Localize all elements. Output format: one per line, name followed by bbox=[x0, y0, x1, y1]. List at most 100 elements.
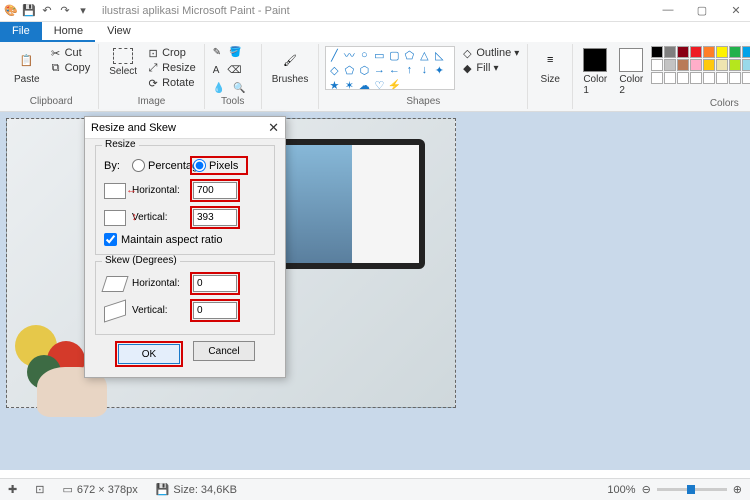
zoom-slider[interactable] bbox=[657, 488, 727, 491]
shape-outline-button[interactable]: ◇Outline ▾ bbox=[459, 46, 521, 60]
color-swatch[interactable] bbox=[664, 72, 676, 84]
shape-fill-button[interactable]: ◆Fill ▾ bbox=[459, 61, 521, 75]
brushes-button[interactable]: 🖌 Brushes bbox=[268, 46, 313, 87]
cut-button[interactable]: ✂Cut bbox=[48, 46, 93, 60]
radio-percentage[interactable]: Percentage bbox=[132, 159, 184, 172]
picker-tool[interactable]: 💧 bbox=[211, 82, 227, 95]
color-swatch[interactable] bbox=[742, 46, 750, 58]
resize-horizontal-input[interactable] bbox=[193, 182, 237, 199]
color-swatch[interactable] bbox=[703, 46, 715, 58]
shape-poly[interactable]: ⬠ bbox=[403, 49, 415, 61]
shape-diamond[interactable]: ◇ bbox=[328, 64, 340, 76]
shape-hex[interactable]: ⬡ bbox=[358, 64, 370, 76]
vertical-icon bbox=[104, 210, 126, 226]
skew-horizontal-input[interactable] bbox=[193, 275, 237, 292]
radio-pixels[interactable]: Pixels bbox=[193, 159, 245, 172]
color-swatch[interactable] bbox=[716, 72, 728, 84]
copy-button[interactable]: ⧉Copy bbox=[48, 61, 93, 75]
qat-dropdown-icon[interactable]: ▾ bbox=[76, 4, 90, 18]
resize-vertical-input[interactable] bbox=[193, 209, 237, 226]
color-swatch[interactable] bbox=[716, 46, 728, 58]
color-swatch[interactable] bbox=[703, 72, 715, 84]
color-swatch[interactable] bbox=[703, 59, 715, 71]
shape-tri[interactable]: △ bbox=[418, 49, 430, 61]
shape-arrowd[interactable]: ↓ bbox=[418, 64, 430, 76]
group-tools: ✎ 🪣 A ⌫ 💧 🔍 Tools bbox=[205, 44, 262, 109]
shape-curve[interactable]: 〰 bbox=[343, 49, 355, 61]
shape-rtri[interactable]: ◺ bbox=[433, 49, 445, 61]
color-swatch[interactable] bbox=[742, 59, 750, 71]
shape-rect[interactable]: ▭ bbox=[373, 49, 385, 61]
select-icon bbox=[113, 48, 133, 64]
shape-arrowr[interactable]: → bbox=[373, 64, 385, 76]
close-button[interactable]: ✕ bbox=[726, 4, 746, 17]
undo-icon[interactable]: ↶ bbox=[40, 4, 54, 18]
resize-icon: ⤢ bbox=[147, 62, 159, 74]
color-swatch[interactable] bbox=[690, 59, 702, 71]
color-swatch[interactable] bbox=[651, 59, 663, 71]
size-button[interactable]: ≡ Size bbox=[534, 46, 566, 87]
shapes-gallery[interactable]: ╱〰○▭▢⬠△◺ ◇⬠⬡→←↑↓✦ ★✶☁♡⚡ bbox=[325, 46, 455, 90]
color-swatch[interactable] bbox=[742, 72, 750, 84]
dialog-titlebar[interactable]: Resize and Skew ✕ bbox=[85, 117, 285, 139]
quick-access-toolbar: 🎨 💾 ↶ ↷ ▾ bbox=[4, 4, 90, 18]
color-swatch[interactable] bbox=[729, 72, 741, 84]
color-swatch[interactable] bbox=[664, 46, 676, 58]
color-swatch[interactable] bbox=[729, 59, 741, 71]
shape-arrowl[interactable]: ← bbox=[388, 64, 400, 76]
cancel-button[interactable]: Cancel bbox=[193, 341, 255, 361]
shape-line[interactable]: ╱ bbox=[328, 49, 340, 61]
select-button[interactable]: Select bbox=[105, 46, 141, 79]
color-swatch[interactable] bbox=[716, 59, 728, 71]
dialog-title: Resize and Skew bbox=[91, 122, 176, 134]
shape-star6[interactable]: ✶ bbox=[343, 79, 355, 90]
color2-button[interactable]: Color 2 bbox=[615, 46, 647, 98]
shape-arrowu[interactable]: ↑ bbox=[403, 64, 415, 76]
cursor-pos: ✚ bbox=[8, 483, 17, 496]
color-swatch[interactable] bbox=[651, 46, 663, 58]
tab-view[interactable]: View bbox=[95, 22, 143, 42]
color-swatch[interactable] bbox=[677, 72, 689, 84]
tab-home[interactable]: Home bbox=[42, 22, 95, 42]
aspect-ratio-checkbox[interactable]: Maintain aspect ratio bbox=[104, 233, 266, 246]
color-swatch[interactable] bbox=[690, 46, 702, 58]
zoom-tool[interactable]: 🔍 bbox=[231, 82, 247, 95]
crop-button[interactable]: ⊡Crop bbox=[145, 46, 198, 60]
shape-pent[interactable]: ⬠ bbox=[343, 64, 355, 76]
shape-star4[interactable]: ✦ bbox=[433, 64, 445, 76]
file-size: 💾 Size: 34,6KB bbox=[156, 483, 237, 496]
resize-fieldset: Resize By: Percentage Pixels Horizontal:… bbox=[95, 145, 275, 255]
eraser-tool[interactable]: ⌫ bbox=[225, 64, 243, 77]
minimize-button[interactable]: — bbox=[658, 4, 678, 17]
color-swatch[interactable] bbox=[664, 59, 676, 71]
shape-bolt[interactable]: ⚡ bbox=[388, 79, 400, 90]
dialog-close-button[interactable]: ✕ bbox=[268, 120, 279, 136]
color-swatch[interactable] bbox=[690, 72, 702, 84]
redo-icon[interactable]: ↷ bbox=[58, 4, 72, 18]
rotate-button[interactable]: ⟳Rotate bbox=[145, 76, 198, 90]
shape-star5[interactable]: ★ bbox=[328, 79, 340, 90]
color-swatch[interactable] bbox=[677, 46, 689, 58]
ok-button[interactable]: OK bbox=[118, 344, 180, 364]
fill-tool[interactable]: 🪣 bbox=[227, 46, 243, 59]
save-icon[interactable]: 💾 bbox=[22, 4, 36, 18]
pencil-tool[interactable]: ✎ bbox=[211, 46, 223, 59]
skew-vertical-input[interactable] bbox=[193, 302, 237, 319]
zoom-in-button[interactable]: ⊕ bbox=[733, 483, 742, 496]
color-swatch[interactable] bbox=[677, 59, 689, 71]
color-swatch[interactable] bbox=[651, 72, 663, 84]
zoom-out-button[interactable]: ⊖ bbox=[642, 483, 651, 496]
group-clipboard: 📋 Paste ✂Cut ⧉Copy Clipboard bbox=[4, 44, 99, 109]
horizontal-icon bbox=[104, 183, 126, 199]
shape-roundrect[interactable]: ▢ bbox=[388, 49, 400, 61]
color-swatch[interactable] bbox=[729, 46, 741, 58]
shape-callout[interactable]: ☁ bbox=[358, 79, 370, 90]
text-tool[interactable]: A bbox=[211, 64, 222, 77]
tab-file[interactable]: File bbox=[0, 22, 42, 42]
color1-button[interactable]: Color 1 bbox=[579, 46, 611, 98]
resize-button[interactable]: ⤢Resize bbox=[145, 61, 198, 75]
paste-button[interactable]: 📋 Paste bbox=[10, 46, 44, 87]
shape-heart[interactable]: ♡ bbox=[373, 79, 385, 90]
shape-oval[interactable]: ○ bbox=[358, 49, 370, 61]
maximize-button[interactable]: ▢ bbox=[692, 4, 712, 17]
